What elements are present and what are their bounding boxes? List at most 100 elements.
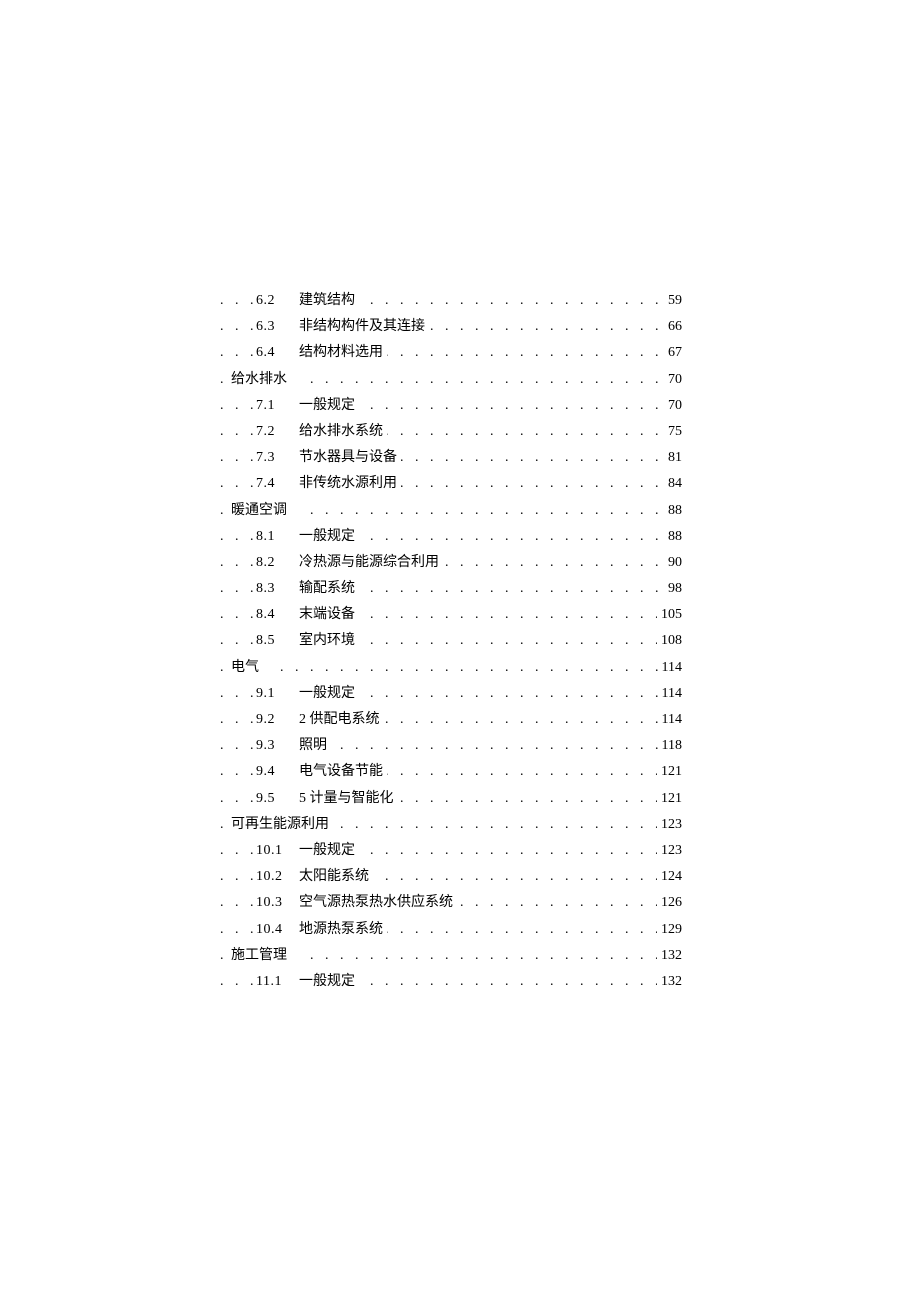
section-number: 10.3: [256, 890, 288, 916]
page-number: 81: [664, 445, 682, 471]
page-number: 90: [664, 550, 682, 576]
page-number: 98: [664, 576, 682, 602]
section-number: 9.4: [256, 759, 288, 785]
chapter-prefix-dot: .: [220, 817, 231, 832]
section-number: 8.1: [256, 524, 288, 550]
toc-section-line: 7.4 非传统水源利用 84: [220, 471, 682, 497]
section-number: 10.1: [256, 838, 288, 864]
page-number: 132: [657, 943, 682, 969]
toc-section-line: 9.1 一般规定 114: [220, 681, 682, 707]
page-number: 88: [664, 524, 682, 550]
section-number: 7.1: [256, 393, 288, 419]
section-number: 6.2: [256, 288, 288, 314]
section-number: 11.1: [256, 969, 288, 995]
section-number: 6.4: [256, 340, 288, 366]
section-number: 9.1: [256, 681, 288, 707]
toc-section-line: 9.5 5 计量与智能化121: [220, 786, 682, 812]
toc-section-line: 6.3 非结构构件及其连接66: [220, 314, 682, 340]
toc-section-line: 8.1 一般规定 88: [220, 524, 682, 550]
chapter-title: 电气: [231, 660, 263, 675]
toc-section-line: 9.4 电气设备节能121: [220, 759, 682, 785]
page-number: 123: [657, 838, 682, 864]
section-title: 非结构构件及其连接: [299, 319, 429, 334]
toc-section-line: 8.3 输配系统 98: [220, 576, 682, 602]
section-title: 2 供配电系统: [299, 712, 384, 727]
toc-chapter-line: 9. 电气 114: [220, 655, 682, 681]
section-number: 8.2: [256, 550, 288, 576]
section-title: 输配系统: [299, 581, 359, 596]
section-title: 地源热泵系统: [299, 922, 387, 937]
chapter-title: 给水排水: [231, 372, 291, 387]
toc-chapter-line: 8. 暖通空调 88: [220, 498, 682, 524]
section-number: 7.4: [256, 471, 288, 497]
page-number: 124: [657, 864, 682, 890]
section-title: 一般规定: [299, 686, 359, 701]
section-title: 结构材料选用: [299, 345, 387, 360]
section-title: 空气源热泵热水供应系统: [299, 895, 457, 910]
chapter-prefix-dot: .: [220, 948, 231, 963]
toc-section-line: 9.3 照明 118: [220, 733, 682, 759]
toc-chapter-line: 7. 给水排水 70: [220, 367, 682, 393]
table-of-contents: 6.2 建筑结构596.3 非结构构件及其连接666.4 结构材料选用 677. …: [220, 288, 682, 995]
section-title: 室内环境: [299, 633, 359, 648]
section-title: 太阳能系统: [299, 869, 373, 884]
toc-section-line: 11.1 一般规定132: [220, 969, 682, 995]
toc-section-line: 9.2 2 供配电系统 114: [220, 707, 682, 733]
section-number: 9.2: [256, 707, 288, 733]
toc-section-line: 7.3 节水器具与设备 81: [220, 445, 682, 471]
page-number: 114: [658, 655, 682, 681]
toc-section-line: 8.5 室内环境108: [220, 628, 682, 654]
page-number: 132: [657, 969, 682, 995]
toc-section-line: 6.4 结构材料选用 67: [220, 340, 682, 366]
toc-section-line: 8.4 末端设备105: [220, 602, 682, 628]
leader-dots: [220, 655, 682, 681]
section-title: 末端设备: [299, 607, 359, 622]
page-number: 70: [664, 393, 682, 419]
chapter-prefix-dot: .: [220, 660, 231, 675]
chapter-prefix-dot: .: [220, 503, 231, 518]
toc-chapter-line: 10. 可再生能源利用 123: [220, 812, 682, 838]
toc-section-line: 10.3 空气源热泵热水供应系统 126: [220, 890, 682, 916]
toc-section-line: 7.2 给水排水系统 75: [220, 419, 682, 445]
page-number: 67: [664, 340, 682, 366]
section-title: 节水器具与设备: [299, 450, 401, 465]
section-title: 一般规定: [299, 398, 359, 413]
section-number: 7.3: [256, 445, 288, 471]
page-number: 105: [657, 602, 682, 628]
section-title: 建筑结构: [299, 293, 359, 308]
toc-section-line: 7.1 一般规定 70: [220, 393, 682, 419]
section-number: 6.3: [256, 314, 288, 340]
page-number: 129: [657, 917, 682, 943]
page-number: 75: [664, 419, 682, 445]
section-number: 8.5: [256, 628, 288, 654]
page-number: 70: [664, 367, 682, 393]
section-number: 9.3: [256, 733, 288, 759]
section-title: 冷热源与能源综合利用: [299, 555, 443, 570]
section-title: 照明: [299, 738, 331, 753]
page-number: 121: [657, 786, 682, 812]
chapter-title: 暖通空调: [231, 503, 291, 518]
section-number: 9.5: [256, 786, 288, 812]
page-number: 114: [658, 707, 682, 733]
section-title: 非传统水源利用: [299, 476, 401, 491]
section-number: 10.4: [256, 917, 288, 943]
section-title: 电气设备节能: [299, 764, 387, 779]
toc-section-line: 6.2 建筑结构59: [220, 288, 682, 314]
section-number: 7.2: [256, 419, 288, 445]
toc-section-line: 10.1 一般规定 123: [220, 838, 682, 864]
page-number: 126: [657, 890, 682, 916]
page-number: 114: [658, 681, 682, 707]
toc-section-line: 8.2 冷热源与能源综合利用 90: [220, 550, 682, 576]
page-number: 118: [658, 733, 682, 759]
section-title: 一般规定: [299, 843, 359, 858]
page-number: 84: [664, 471, 682, 497]
toc-section-line: 10.2 太阳能系统 124: [220, 864, 682, 890]
section-title: 一般规定: [299, 529, 359, 544]
section-title: 给水排水系统: [299, 424, 387, 439]
section-number: 8.3: [256, 576, 288, 602]
chapter-title: 施工管理: [231, 948, 291, 963]
page-number: 123: [657, 812, 682, 838]
chapter-prefix-dot: .: [220, 372, 231, 387]
toc-section-line: 10.4 地源热泵系统 129: [220, 917, 682, 943]
section-number: 10.2: [256, 864, 288, 890]
